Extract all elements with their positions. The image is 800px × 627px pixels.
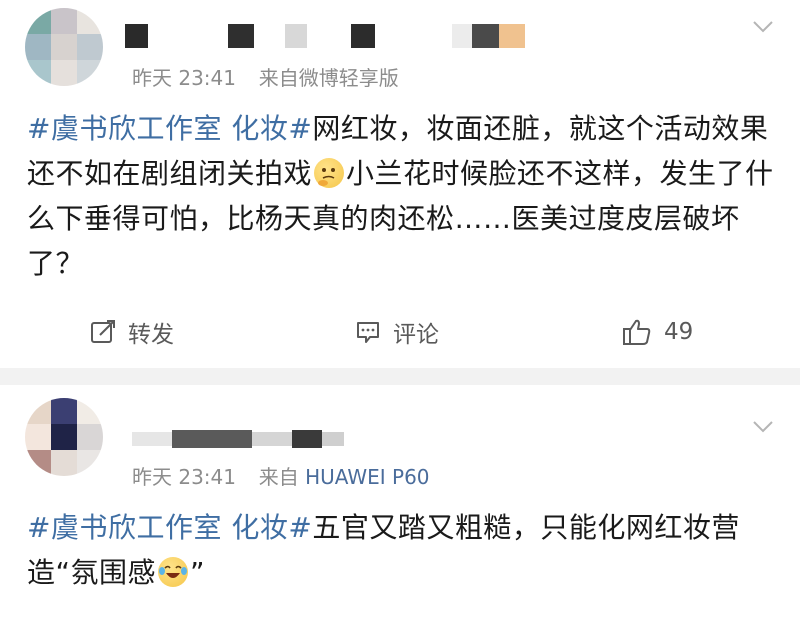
post-source: 来自微博轻享版 <box>258 66 399 90</box>
topic-hashtag[interactable]: #虞书欣工作室 化妆# <box>27 112 312 145</box>
card-divider <box>0 368 800 385</box>
post-text-end: ” <box>190 556 206 589</box>
post-content: #虞书欣工作室 化妆#五官又踏又粗糙，只能化网红妆营造“氛围感 ” <box>27 505 777 595</box>
post-time: 昨天 23:41 <box>132 66 236 90</box>
post-source-prefix: 来自 <box>258 465 299 489</box>
action-bar: 转发 评论 49 <box>0 302 800 362</box>
post-time: 昨天 23:41 <box>132 465 236 489</box>
comment-icon <box>357 322 379 343</box>
repost-label: 转发 <box>128 322 174 348</box>
like-button[interactable]: 49 <box>622 302 693 362</box>
thinking-face-emoji <box>314 158 345 188</box>
avatar[interactable] <box>25 398 103 476</box>
post-meta: 昨天 23:41 来自 HUAWEI P60 <box>132 461 430 490</box>
post-meta: 昨天 23:41 来自微博轻享版 <box>132 62 399 91</box>
share-icon <box>91 320 115 343</box>
like-count: 49 <box>664 319 694 345</box>
comment-label: 评论 <box>393 322 439 348</box>
topic-hashtag[interactable]: #虞书欣工作室 化妆# <box>27 511 312 544</box>
comment-button[interactable]: 评论 <box>355 302 439 362</box>
username-censored[interactable] <box>125 24 545 50</box>
chevron-down-icon[interactable] <box>752 20 774 34</box>
post-source-device[interactable]: HUAWEI P60 <box>305 465 429 489</box>
avatar[interactable] <box>25 8 103 86</box>
laughing-tears-emoji <box>158 557 189 587</box>
username-censored[interactable] <box>132 424 362 450</box>
thumbs-up-icon <box>623 319 651 345</box>
chevron-down-icon[interactable] <box>752 420 774 434</box>
repost-button[interactable]: 转发 <box>90 302 174 362</box>
comment-card: 昨天 23:41 来自微博轻享版 #虞书欣工作室 化妆#网红妆，妆面还脏，就这个… <box>0 0 800 368</box>
post-content: #虞书欣工作室 化妆#网红妆，妆面还脏，就这个活动效果还不如在剧组闭关拍戏 小兰… <box>27 106 777 286</box>
